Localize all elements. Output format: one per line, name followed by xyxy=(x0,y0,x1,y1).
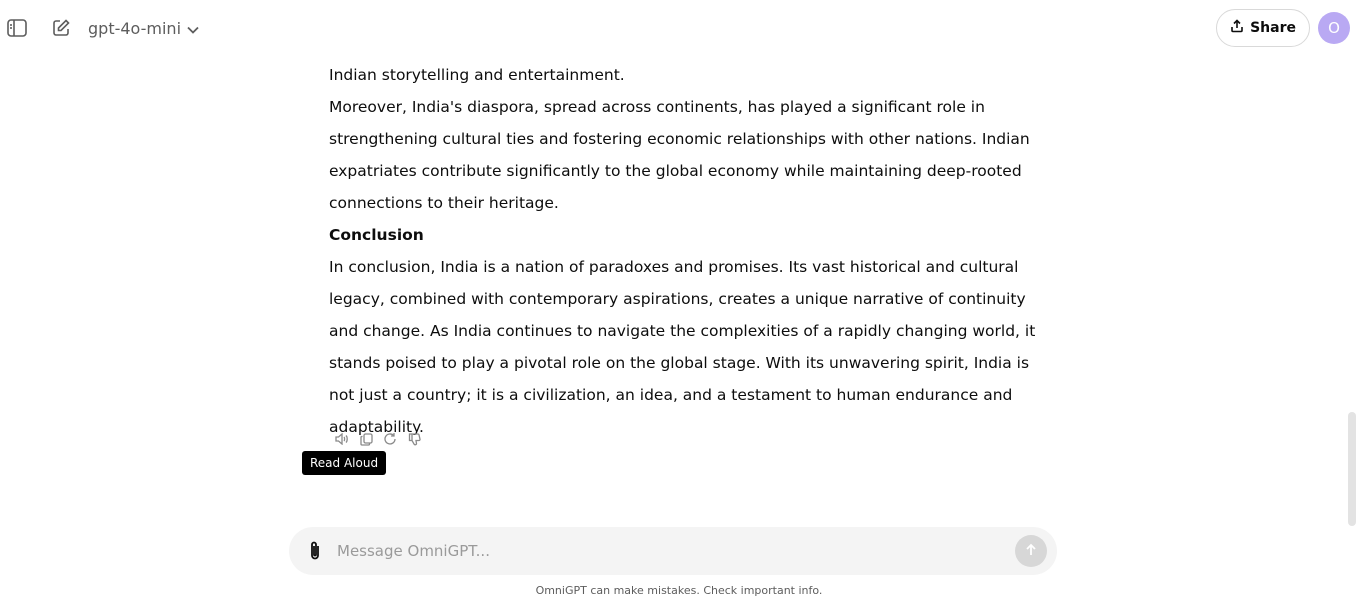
top-bar-right: Share O xyxy=(1216,9,1350,47)
send-button[interactable] xyxy=(1015,535,1047,567)
message-paragraph: In conclusion, India is a nation of para… xyxy=(329,258,1036,436)
message-paragraph: Indian storytelling and entertainment. xyxy=(329,66,625,84)
top-bar: gpt-4o-mini Share O xyxy=(0,0,1358,56)
read-aloud-tooltip: Read Aloud xyxy=(302,451,387,475)
share-button[interactable]: Share xyxy=(1216,9,1310,47)
regenerate-icon[interactable] xyxy=(383,432,397,446)
speaker-icon[interactable] xyxy=(335,432,349,446)
model-label: gpt-4o-mini xyxy=(88,18,182,38)
share-label: Share xyxy=(1250,20,1296,36)
share-icon xyxy=(1230,19,1244,37)
chat-app: gpt-4o-mini Share O Indian storytelling … xyxy=(0,0,1358,607)
message-composer xyxy=(289,527,1057,575)
message-heading: Conclusion xyxy=(329,226,424,244)
new-chat-icon[interactable] xyxy=(50,17,72,39)
assistant-message: Indian storytelling and entertainment. M… xyxy=(329,59,1059,443)
message-input[interactable] xyxy=(337,542,1015,560)
model-selector[interactable]: gpt-4o-mini xyxy=(88,19,199,38)
disclaimer-text: OmniGPT can make mistakes. Check importa… xyxy=(535,584,823,597)
copy-icon[interactable] xyxy=(359,432,373,446)
thumbs-down-icon[interactable] xyxy=(407,432,421,446)
paperclip-icon[interactable] xyxy=(305,541,325,561)
top-bar-left: gpt-4o-mini xyxy=(6,17,199,39)
scrollbar[interactable] xyxy=(1344,0,1358,607)
message-actions xyxy=(335,432,421,446)
chevron-down-icon xyxy=(187,19,199,38)
message-paragraph: Moreover, India's diaspora, spread acros… xyxy=(329,98,1030,212)
sidebar-toggle-icon[interactable] xyxy=(6,17,28,39)
arrow-up-icon xyxy=(1024,542,1038,561)
scrollbar-thumb[interactable] xyxy=(1348,412,1356,526)
